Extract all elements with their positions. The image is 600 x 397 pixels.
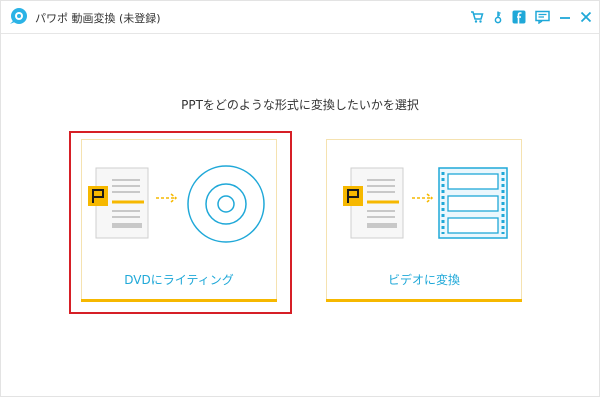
app-logo-icon [10,8,27,24]
prompt-text: PPTをどのような形式に変換したいかを選択 [181,98,419,112]
feedback-button[interactable] [534,9,550,25]
facebook-icon [512,10,526,24]
facebook-button[interactable] [511,9,527,25]
arrow-icon [412,193,434,203]
title-bar: パワポ 動画変換 (未登録) [1,1,599,33]
ppt-document-icon [343,167,404,239]
film-strip-icon [438,167,508,239]
cart-button[interactable] [469,9,485,25]
title-divider [1,33,599,34]
ppt-to-video-illustration [343,167,508,239]
cart-icon [471,11,484,23]
convert-video-label: ビデオに変換 [387,273,460,287]
convert-video-option[interactable]: ビデオに変換 [326,139,522,302]
app-title: パワポ 動画変換 (未登録) [35,12,161,25]
close-icon [580,11,592,23]
minimize-icon [560,17,570,19]
register-button[interactable] [490,9,506,25]
feedback-icon [534,10,550,24]
card-accent-bar [326,299,522,302]
minimize-button[interactable] [557,9,573,25]
app-window: パワポ 動画変換 (未登録) PPTをどのような形式に変換したいかを選択 DVD… [0,0,600,397]
selection-highlight [69,131,292,314]
key-icon [494,11,502,24]
close-button[interactable] [578,9,594,25]
